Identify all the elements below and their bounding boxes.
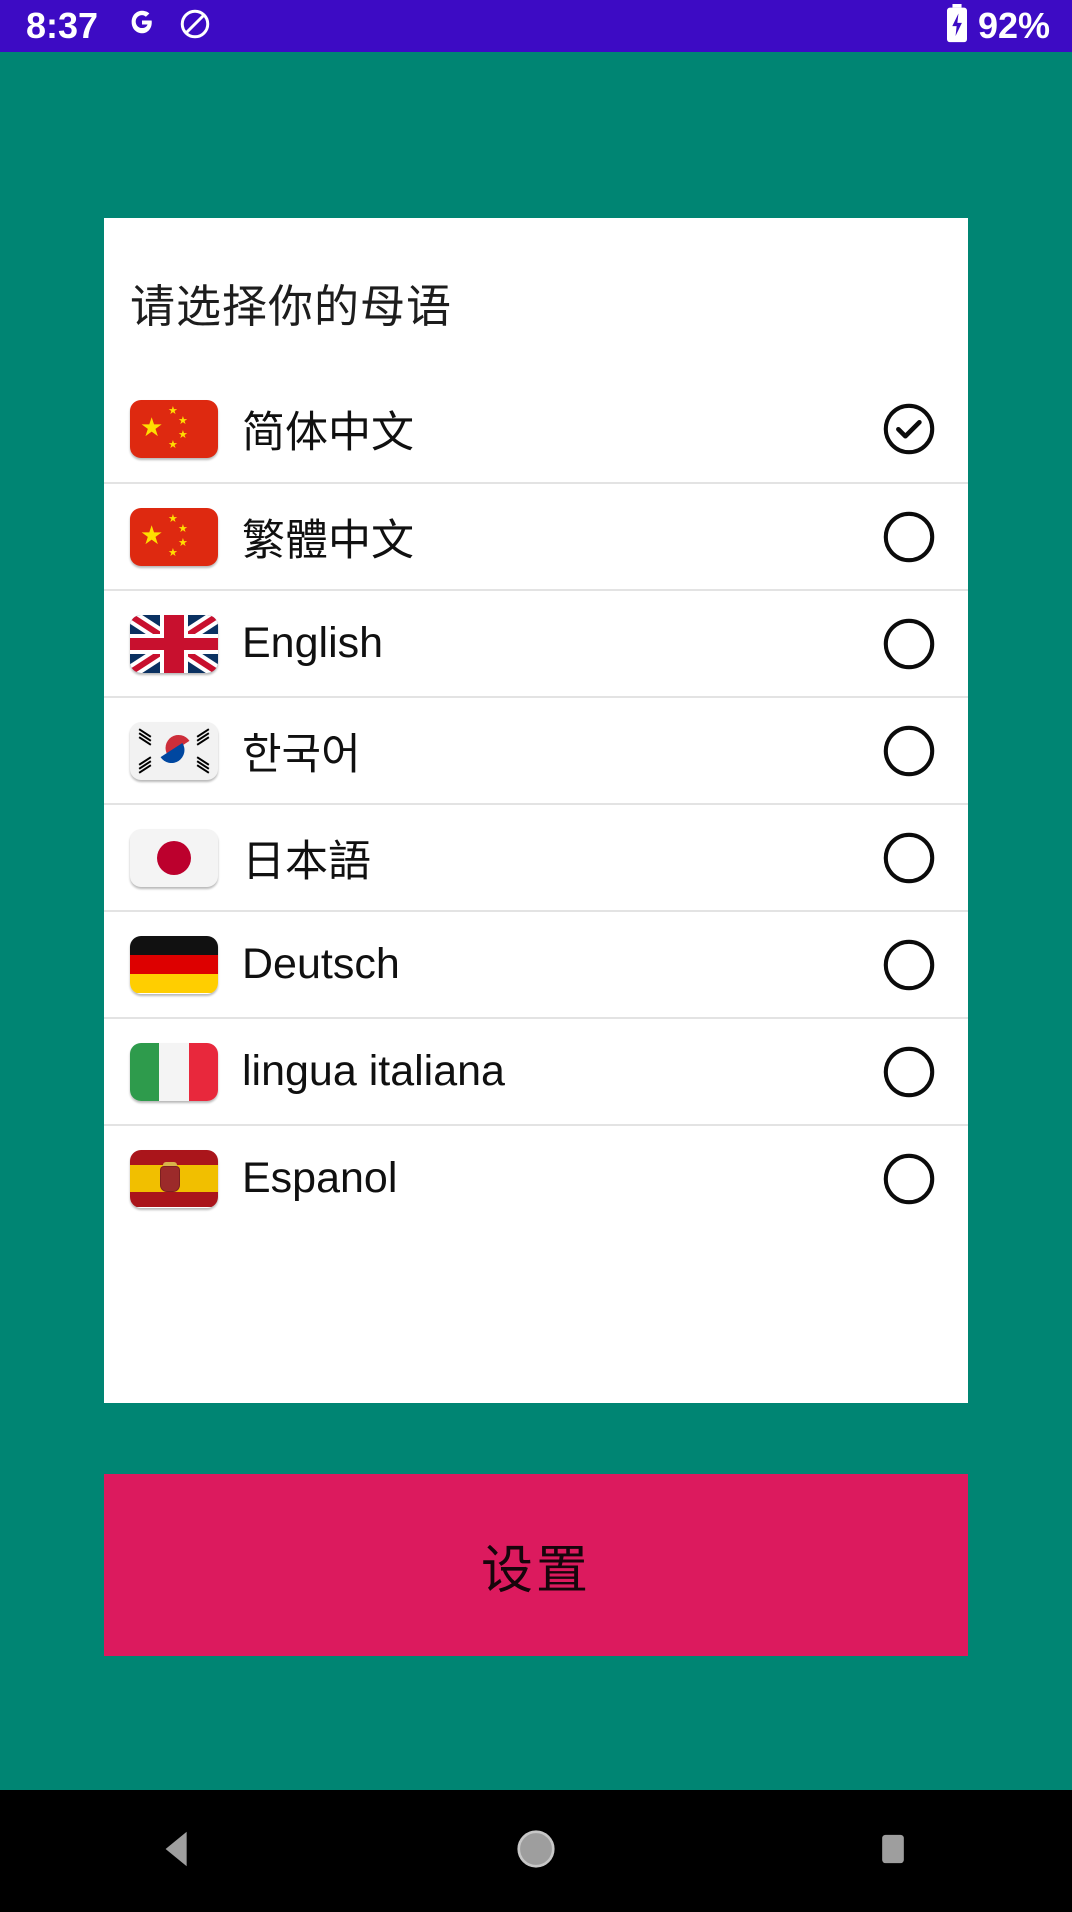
- list-item[interactable]: Espanol: [104, 1124, 968, 1231]
- battery-percentage-label: 92%: [977, 5, 1050, 46]
- language-list: ★ ★ ★ ★ ★ 简体中文 ★ ★ ★ ★ ★ 繁體中文 English 한국…: [104, 375, 968, 1231]
- nav-home-button[interactable]: [357, 1826, 714, 1877]
- radio-unselected-icon[interactable]: [880, 1150, 938, 1208]
- list-item[interactable]: ★ ★ ★ ★ ★ 繁體中文: [104, 482, 968, 589]
- flag-germany-icon: [130, 935, 218, 994]
- flag-china-icon: ★ ★ ★ ★ ★: [130, 507, 218, 566]
- battery-charging-icon: [944, 3, 970, 49]
- flag-south-korea-icon: [130, 721, 218, 780]
- list-item-label: 한국어: [242, 730, 361, 779]
- list-item-label: 繁體中文: [242, 516, 414, 565]
- list-item-label: 日本語: [242, 837, 371, 886]
- list-item[interactable]: 한국어: [104, 696, 968, 803]
- android-navigation-bar: [0, 1790, 1072, 1912]
- confirm-button[interactable]: 设置: [104, 1474, 968, 1656]
- back-icon: [156, 1826, 202, 1877]
- list-item[interactable]: ★ ★ ★ ★ ★ 简体中文: [104, 375, 968, 482]
- google-g-icon: [124, 6, 160, 47]
- page-title: 请选择你的母语: [130, 281, 453, 332]
- do-not-disturb-icon: [178, 7, 212, 46]
- recents-icon: [873, 1829, 913, 1874]
- list-item[interactable]: 日本語: [104, 803, 968, 910]
- radio-unselected-icon[interactable]: [880, 936, 938, 994]
- nav-back-button[interactable]: [0, 1826, 357, 1877]
- flag-italy-icon: [130, 1042, 218, 1101]
- radio-unselected-icon[interactable]: [880, 1043, 938, 1101]
- home-icon: [513, 1826, 559, 1877]
- radio-unselected-icon[interactable]: [880, 615, 938, 673]
- list-item[interactable]: Deutsch: [104, 910, 968, 1017]
- flag-spain-icon: [130, 1149, 218, 1208]
- list-item[interactable]: lingua italiana: [104, 1017, 968, 1124]
- card-empty-space: [104, 1231, 968, 1403]
- status-bar-notification-icons: [124, 6, 212, 47]
- status-bar-system-icons: 92%: [944, 0, 1050, 52]
- list-item-label: Espanol: [242, 1154, 398, 1202]
- list-item-label: English: [242, 619, 384, 667]
- status-bar-clock: 8:37: [26, 5, 99, 46]
- phone-screen: 8:37 92% 请选择你的母语 ★ ★ ★ ★ ★ 简体中文 ★ ★ ★ ★ …: [0, 0, 1072, 1912]
- list-item-label: 简体中文: [242, 408, 414, 457]
- list-item-label: Deutsch: [242, 940, 400, 988]
- list-item[interactable]: English: [104, 589, 968, 696]
- nav-recents-button[interactable]: [715, 1829, 1072, 1874]
- language-selection-card: 请选择你的母语 ★ ★ ★ ★ ★ 简体中文 ★ ★ ★ ★ ★ 繁體中文 En…: [104, 218, 968, 1403]
- list-item-label: lingua italiana: [242, 1047, 505, 1095]
- flag-china-icon: ★ ★ ★ ★ ★: [130, 399, 218, 458]
- radio-unselected-icon[interactable]: [880, 722, 938, 780]
- radio-unselected-icon[interactable]: [880, 508, 938, 566]
- flag-japan-icon: [130, 828, 218, 887]
- radio-unselected-icon[interactable]: [880, 829, 938, 887]
- confirm-button-label: 设置: [480, 1541, 591, 1600]
- status-bar: 8:37 92%: [0, 0, 1072, 52]
- flag-united-kingdom-icon: [130, 614, 218, 673]
- radio-selected-icon[interactable]: [880, 400, 938, 458]
